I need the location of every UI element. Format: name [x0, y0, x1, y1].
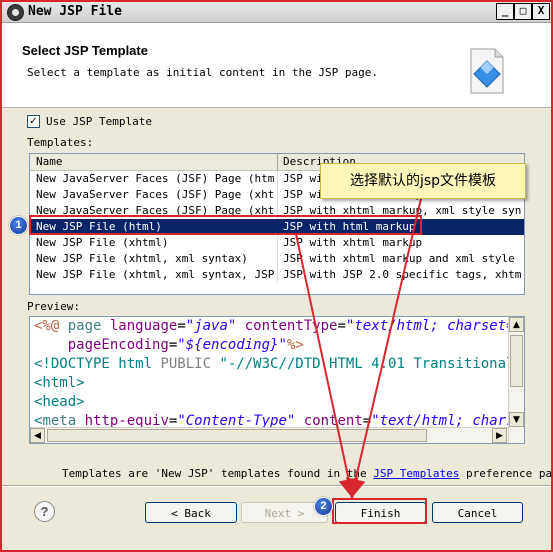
hscroll-thumb[interactable] — [47, 429, 427, 442]
template-description: JSP with xhtml markup — [283, 236, 423, 249]
callout-text: 选择默认的jsp文件模板 — [349, 173, 497, 189]
help-icon[interactable]: ? — [34, 501, 55, 522]
scroll-up-icon[interactable]: ▲ — [509, 317, 524, 332]
table-row[interactable]: New JSP File (xhtml, xml syntax, JSP... … — [30, 267, 524, 283]
vertical-scrollbar[interactable]: ▲ ▼ — [508, 317, 524, 443]
table-row[interactable]: New JSP File (xhtml, xml syntax) JSP wit… — [30, 251, 524, 267]
code-line: <html> — [34, 375, 85, 391]
code-line: <%@ page language="java" contentType="te… — [34, 318, 525, 334]
column-header-name[interactable]: Name — [36, 155, 63, 168]
use-template-label: Use JSP Template — [46, 115, 152, 128]
template-name: New JSP File (xhtml) — [36, 236, 169, 249]
dialog-window: New JSP File _ □ X Select JSP Template S… — [0, 0, 553, 552]
minimize-button[interactable]: _ — [496, 3, 514, 20]
wizard-header: Select JSP Template Select a template as… — [2, 23, 551, 108]
selection-highlight-box — [29, 215, 422, 235]
jsp-templates-link[interactable]: JSP Templates — [373, 467, 459, 480]
horizontal-scrollbar[interactable]: ◀ ▶ — [30, 427, 508, 443]
scroll-left-icon[interactable]: ◀ — [30, 428, 45, 443]
window-title: New JSP File — [28, 4, 122, 19]
template-name: New JSP File (xhtml, xml syntax) — [36, 252, 248, 265]
template-preview[interactable]: <%@ page language="java" contentType="te… — [29, 316, 525, 444]
template-name: New JavaServer Faces (JSF) Page (html) — [36, 172, 274, 185]
table-row[interactable]: New JSP File (xhtml) JSP with xhtml mark… — [30, 235, 524, 251]
page-title: Select JSP Template — [22, 43, 148, 58]
template-description: JSP with JSP 2.0 specific tags, xhtm... — [283, 268, 521, 281]
title-bar[interactable]: New JSP File _ □ X — [2, 2, 551, 23]
templates-note: Templates are 'New JSP' templates found … — [62, 467, 553, 480]
eclipse-icon — [7, 4, 24, 21]
code-line: <!DOCTYPE html PUBLIC "-//W3C//DTD HTML … — [34, 356, 525, 372]
template-description: JSP with xhtml markup and xml style ... — [283, 252, 521, 265]
back-button[interactable]: < Back — [145, 502, 237, 523]
column-divider[interactable] — [277, 154, 278, 170]
annotation-callout: 选择默认的jsp文件模板 — [320, 163, 526, 199]
template-name: New JSP File (xhtml, xml syntax, JSP... — [36, 268, 274, 281]
button-bar-divider — [2, 485, 551, 487]
preview-label: Preview: — [27, 300, 80, 313]
maximize-button[interactable]: □ — [514, 3, 532, 20]
use-template-checkbox[interactable]: ✓ — [27, 115, 40, 128]
step-badge-1: 1 — [9, 216, 28, 235]
close-button[interactable]: X — [532, 3, 550, 20]
cancel-button[interactable]: Cancel — [432, 502, 523, 523]
code-line: <head> — [34, 394, 85, 410]
page-description: Select a template as initial content in … — [27, 66, 378, 79]
code-line: pageEncoding="${encoding}"%> — [34, 337, 304, 353]
templates-label: Templates: — [27, 136, 94, 149]
template-name: New JavaServer Faces (JSF) Page (xhtml) — [36, 188, 274, 201]
note-text-end: preference page. — [465, 467, 553, 480]
finish-highlight-box — [332, 498, 427, 524]
scroll-down-icon[interactable]: ▼ — [509, 412, 524, 427]
step-badge-2: 2 — [314, 497, 333, 516]
scroll-right-icon[interactable]: ▶ — [492, 428, 507, 443]
scroll-thumb[interactable] — [510, 335, 523, 387]
wizard-diamond-icon — [470, 48, 504, 94]
note-text: Templates are 'New JSP' templates found … — [62, 467, 374, 480]
